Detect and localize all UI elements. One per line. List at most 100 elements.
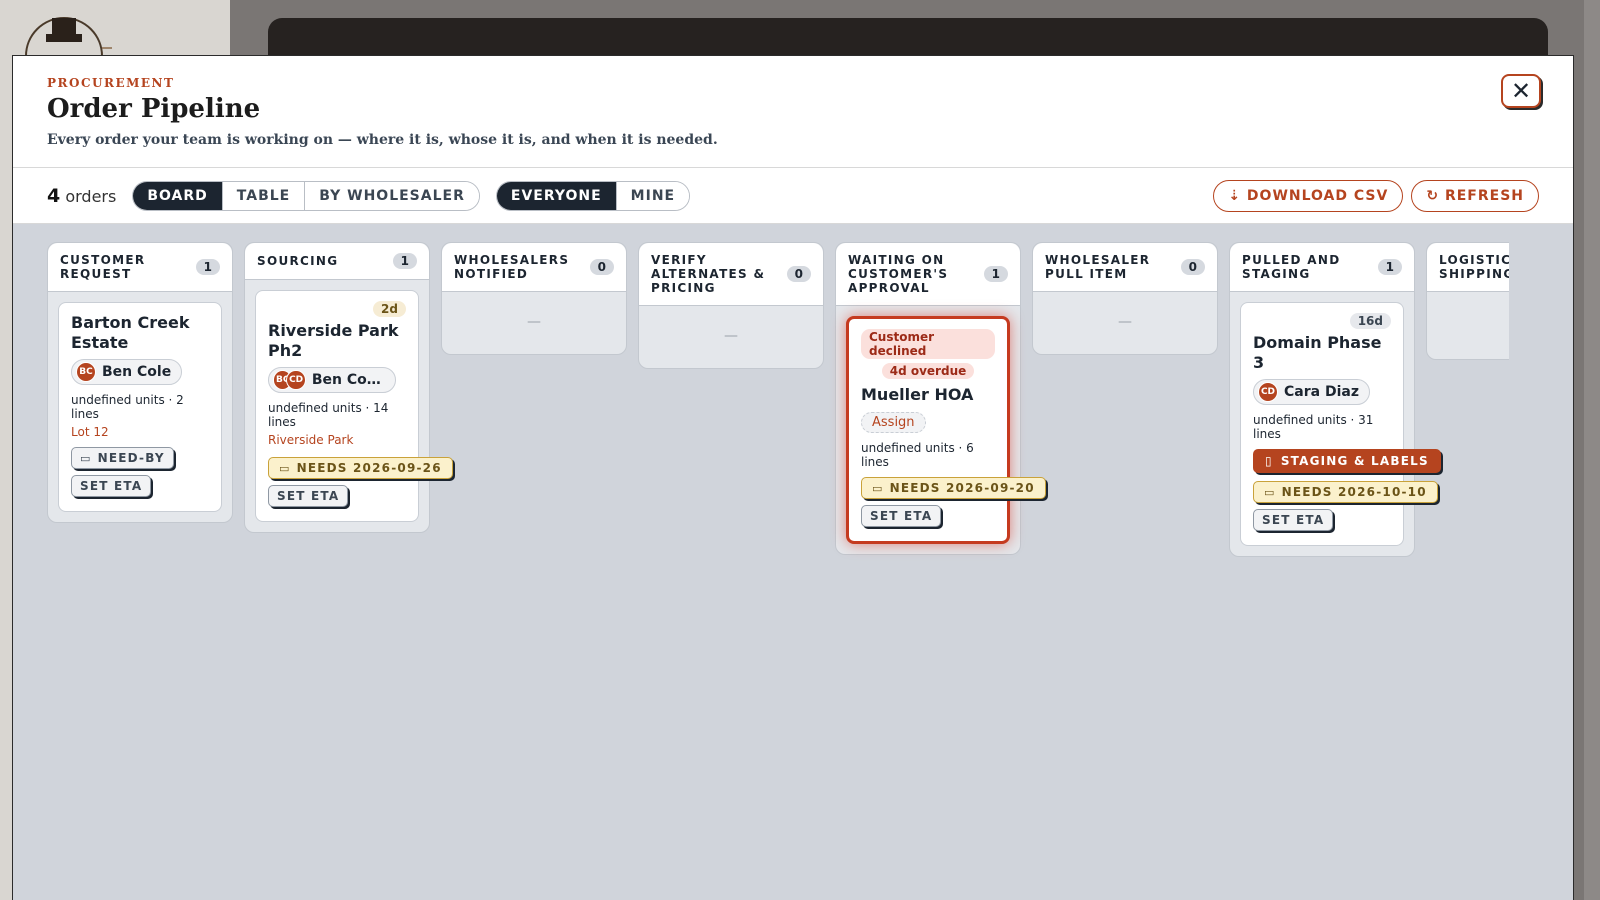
board-area: CUSTOMER REQUEST 1 Barton Creek Estate B… bbox=[13, 224, 1573, 900]
overdue-badge: 4d overdue bbox=[881, 363, 975, 379]
column-name: VERIFY ALTERNATES & PRICING bbox=[651, 253, 766, 295]
card-location: Riverside Park bbox=[268, 433, 354, 447]
order-pipeline-modal: PROCUREMENT Order Pipeline Every order y… bbox=[12, 55, 1574, 900]
card-title: Mueller HOA bbox=[861, 385, 974, 404]
column-body: — bbox=[639, 306, 823, 368]
scope-mine-button[interactable]: MINE bbox=[616, 181, 690, 210]
need-by-button[interactable]: ▭ NEED-BY bbox=[71, 447, 174, 469]
column-name: CUSTOMER REQUEST bbox=[60, 253, 146, 281]
set-eta-button[interactable]: SET ETA bbox=[268, 485, 349, 507]
column-count: 1 bbox=[195, 259, 220, 275]
view-board-button[interactable]: BOARD bbox=[133, 181, 223, 210]
view-by-wholesaler-button[interactable]: BY WHOLESALER bbox=[305, 181, 479, 210]
needs-date-label: NEEDS 2026-10-10 bbox=[1281, 485, 1427, 499]
view-switcher: BOARD TABLE BY WHOLESALER bbox=[132, 180, 480, 211]
modal-header: PROCUREMENT Order Pipeline Every order y… bbox=[13, 56, 1573, 168]
empty-placeholder: — bbox=[724, 328, 738, 344]
needs-date-label: NEEDS 2026-09-20 bbox=[889, 481, 1035, 495]
column-name: LOGISTICS SHIPPING bbox=[1439, 253, 1509, 281]
assign-button[interactable]: Assign bbox=[861, 412, 926, 433]
column-name: WHOLESALER PULL ITEM bbox=[1045, 253, 1151, 281]
page-title: Order Pipeline bbox=[47, 94, 261, 124]
column-body: 16d Domain Phase 3 CD Cara Diaz undefine… bbox=[1230, 292, 1441, 556]
column-body: Barton Creek Estate BC Ben Cole undefine… bbox=[48, 292, 232, 522]
column-count: 0 bbox=[1180, 259, 1205, 275]
calendar-icon: ▭ bbox=[1264, 485, 1276, 499]
column-count: 1 bbox=[983, 266, 1008, 282]
avatar: CD bbox=[1258, 382, 1278, 402]
clipboard-icon: ▯ bbox=[1265, 454, 1273, 468]
owner-chip[interactable]: BC CD Ben Col... bbox=[268, 367, 396, 393]
close-icon: ✕ bbox=[1510, 77, 1532, 105]
view-table-button[interactable]: TABLE bbox=[222, 181, 306, 210]
needs-date-button[interactable]: ▭ NEEDS 2026-09-20 bbox=[861, 477, 1046, 499]
column-header: WHOLESALERS NOTIFIED 0 bbox=[442, 243, 626, 292]
order-card-domain-phase-3[interactable]: 16d Domain Phase 3 CD Cara Diaz undefine… bbox=[1240, 302, 1441, 546]
column-wholesalers-notified: WHOLESALERS NOTIFIED 0 — bbox=[441, 242, 627, 355]
empty-placeholder: — bbox=[527, 314, 541, 330]
order-count: 4 orders bbox=[47, 185, 116, 207]
calendar-icon: ▭ bbox=[80, 451, 92, 465]
modal-eyebrow: PROCUREMENT bbox=[47, 76, 175, 90]
column-count: 0 bbox=[589, 259, 614, 275]
card-meta: undefined units · 14 lines bbox=[268, 401, 389, 429]
column-pulled-and-staging: PULLED AND STAGING 1 16d Domain Phase 3 … bbox=[1229, 242, 1441, 557]
toolbar: 4 orders BOARD TABLE BY WHOLESALER EVERY… bbox=[13, 168, 1573, 224]
owner-chip[interactable]: BC Ben Cole bbox=[71, 359, 183, 385]
scope-switcher: EVERYONE MINE bbox=[495, 180, 691, 211]
column-sourcing: SOURCING 1 2d Riverside Park Ph2 BC CD B… bbox=[244, 242, 453, 533]
card-title: Barton Creek Estate bbox=[71, 313, 190, 352]
refresh-button[interactable]: ↻ REFRESH bbox=[1411, 179, 1539, 212]
column-header: PULLED AND STAGING 1 bbox=[1230, 243, 1414, 292]
avatar: BC bbox=[76, 362, 96, 382]
page-scrollbar[interactable] bbox=[1584, 0, 1600, 900]
age-badge: 2d bbox=[373, 301, 406, 317]
staging-labels-button[interactable]: ▯ STAGING & LABELS bbox=[1253, 449, 1441, 473]
scope-everyone-button[interactable]: EVERYONE bbox=[496, 181, 617, 210]
card-location: Lot 12 bbox=[71, 425, 109, 439]
column-wholesaler-pull-item: WHOLESALER PULL ITEM 0 — bbox=[1032, 242, 1218, 355]
set-eta-button[interactable]: SET ETA bbox=[1253, 509, 1334, 531]
card-meta: undefined units · 6 lines bbox=[861, 441, 974, 469]
card-title: Domain Phase 3 bbox=[1253, 333, 1382, 372]
column-header: LOGISTICS SHIPPING bbox=[1427, 243, 1509, 292]
column-body: — bbox=[442, 292, 626, 354]
column-name: WAITING ON CUSTOMER'S APPROVAL bbox=[848, 253, 949, 295]
column-count: 1 bbox=[1377, 259, 1402, 275]
column-header: WHOLESALER PULL ITEM 0 bbox=[1033, 243, 1217, 292]
column-logistics-shipping: LOGISTICS SHIPPING bbox=[1426, 242, 1509, 360]
column-verify-alternates: VERIFY ALTERNATES & PRICING 0 — bbox=[638, 242, 824, 369]
order-count-value: 4 bbox=[47, 184, 61, 207]
download-csv-button[interactable]: ⇣ DOWNLOAD CSV bbox=[1213, 179, 1404, 212]
needs-date-button[interactable]: ▭ NEEDS 2026-09-26 bbox=[268, 457, 453, 479]
column-name: WHOLESALERS NOTIFIED bbox=[454, 253, 570, 281]
owner-name: Ben Cole bbox=[102, 364, 172, 380]
column-header: CUSTOMER REQUEST 1 bbox=[48, 243, 232, 292]
column-name: PULLED AND STAGING bbox=[1242, 253, 1341, 281]
age-badge: 16d bbox=[1349, 313, 1391, 329]
owner-chip[interactable]: CD Cara Diaz bbox=[1253, 379, 1370, 405]
needs-date-button[interactable]: ▭ NEEDS 2026-10-10 bbox=[1253, 481, 1438, 503]
kanban-board: CUSTOMER REQUEST 1 Barton Creek Estate B… bbox=[47, 242, 1509, 622]
needs-date-label: NEEDS 2026-09-26 bbox=[296, 461, 442, 475]
column-header: VERIFY ALTERNATES & PRICING 0 bbox=[639, 243, 823, 306]
column-body: Customer declined 4d overdue Mueller HOA… bbox=[836, 306, 1046, 554]
order-count-label: orders bbox=[65, 186, 117, 206]
order-card-barton-creek[interactable]: Barton Creek Estate BC Ben Cole undefine… bbox=[58, 302, 222, 512]
column-customer-request: CUSTOMER REQUEST 1 Barton Creek Estate B… bbox=[47, 242, 233, 523]
column-waiting-customer-approval: WAITING ON CUSTOMER'S APPROVAL 1 Custome… bbox=[835, 242, 1046, 555]
close-button[interactable]: ✕ bbox=[1501, 74, 1541, 108]
order-card-mueller-hoa[interactable]: Customer declined 4d overdue Mueller HOA… bbox=[846, 316, 1046, 544]
calendar-icon: ▭ bbox=[872, 481, 884, 495]
set-eta-button[interactable]: SET ETA bbox=[71, 475, 152, 497]
staging-labels-label: STAGING & LABELS bbox=[1280, 454, 1429, 468]
owner-name: Cara Diaz bbox=[1284, 384, 1359, 400]
card-meta: undefined units · 2 lines bbox=[71, 393, 184, 421]
set-eta-button[interactable]: SET ETA bbox=[861, 505, 942, 527]
column-count: 1 bbox=[392, 253, 417, 269]
owner-name: Ben Col... bbox=[311, 372, 385, 388]
order-card-riverside-park[interactable]: 2d Riverside Park Ph2 BC CD Ben Col... u… bbox=[255, 290, 453, 522]
column-body: — bbox=[1033, 292, 1217, 354]
card-title: Riverside Park Ph2 bbox=[268, 321, 399, 360]
avatar: CD bbox=[286, 370, 306, 390]
